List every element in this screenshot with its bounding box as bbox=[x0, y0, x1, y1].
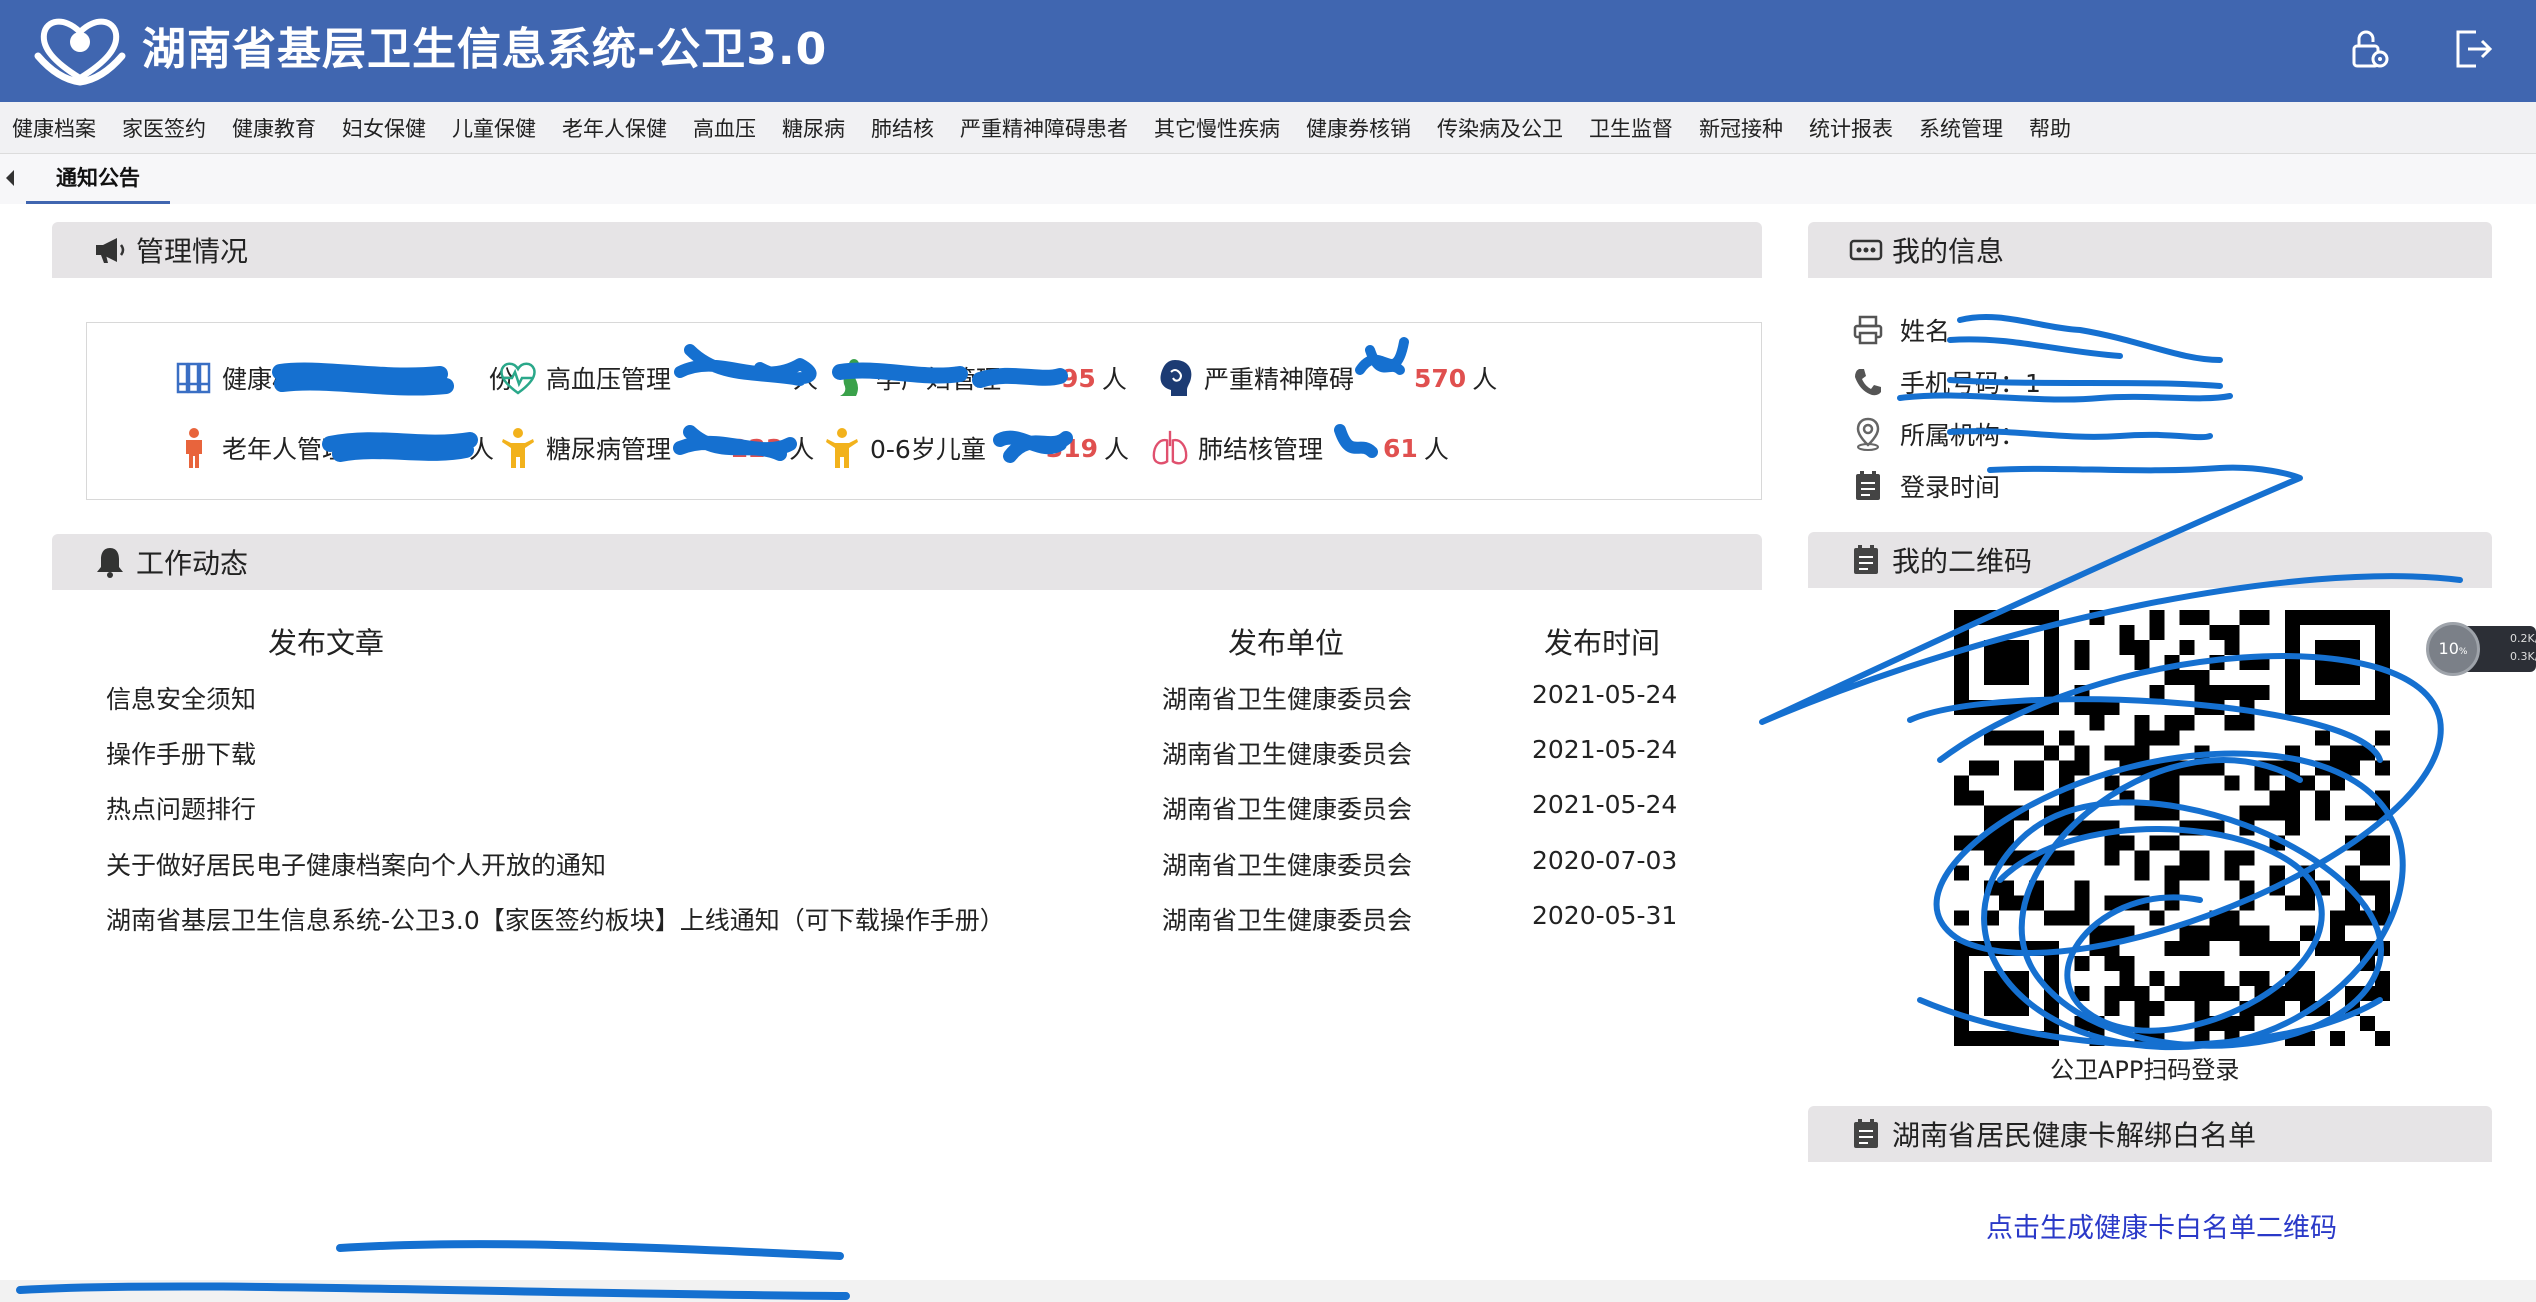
stat-health-records[interactable]: 健康档案 65 份 bbox=[174, 356, 514, 400]
menu-item-supervision[interactable]: 卫生监督 bbox=[1589, 113, 1673, 143]
logout-icon[interactable] bbox=[2450, 26, 2496, 72]
table-row[interactable]: 热点问题排行 湖南省卫生健康委员会 2021-05-24 bbox=[106, 790, 1726, 844]
menu-item-child-health[interactable]: 儿童保健 bbox=[452, 113, 536, 143]
my-info-header: 我的信息 bbox=[1808, 222, 2492, 278]
info-org: 所属机构： bbox=[1848, 414, 2025, 454]
menu-item-reports[interactable]: 统计报表 bbox=[1809, 113, 1893, 143]
menu-item-diabetes[interactable]: 糖尿病 bbox=[782, 113, 845, 143]
megaphone-icon bbox=[92, 232, 128, 268]
menu-item-health-records[interactable]: 健康档案 bbox=[12, 113, 96, 143]
col-date: 发布时间 bbox=[1544, 626, 1661, 660]
speed-percent-circle: 10% bbox=[2426, 622, 2480, 676]
location-icon bbox=[1848, 414, 1888, 454]
menu-item-family-doctor[interactable]: 家医签约 bbox=[122, 113, 206, 143]
info-login-time: 登录时间 bbox=[1848, 466, 2000, 506]
app-title: 湖南省基层卫生信息系统-公卫3.0 bbox=[142, 24, 828, 75]
article-link[interactable]: 关于做好居民电子健康档案向个人开放的通知 bbox=[106, 846, 606, 882]
stat-hypertension[interactable]: 高血压管理人 bbox=[498, 356, 818, 400]
stat-children[interactable]: 0-6岁儿童 319 人 bbox=[822, 426, 1129, 470]
tab-notice[interactable]: 通知公告 bbox=[26, 154, 170, 204]
stat-mental[interactable]: 严重精神障碍 570 人 bbox=[1156, 356, 1497, 400]
person-icon bbox=[498, 426, 538, 470]
col-article: 发布文章 bbox=[268, 626, 385, 660]
menu-item-tuberculosis[interactable]: 肺结核 bbox=[871, 113, 934, 143]
stats-box bbox=[86, 322, 1762, 500]
table-row[interactable]: 信息安全须知 湖南省卫生健康委员会 2021-05-24 bbox=[106, 680, 1726, 734]
lungs-icon bbox=[1150, 426, 1190, 470]
stat-elderly[interactable]: 老年人管理人 bbox=[174, 426, 494, 470]
download-speed: 0.3K/s bbox=[2510, 650, 2536, 663]
menu-item-other-chronic[interactable]: 其它慢性疾病 bbox=[1154, 113, 1280, 143]
col-unit: 发布单位 bbox=[1228, 626, 1345, 660]
qr-caption: 公卫APP扫码登录 bbox=[2050, 1056, 2240, 1084]
menu-item-infectious[interactable]: 传染病及公卫 bbox=[1437, 113, 1563, 143]
status-bar bbox=[0, 1280, 2536, 1302]
lock-settings-icon[interactable] bbox=[2348, 26, 2394, 72]
table-row[interactable]: 湖南省基层卫生信息系统-公卫3.0【家医签约板块】上线通知（可下载操作手册） 湖… bbox=[106, 901, 1726, 955]
menu-item-elderly-health[interactable]: 老年人保健 bbox=[562, 113, 667, 143]
dots-icon bbox=[1848, 232, 1884, 268]
info-name: 姓名 bbox=[1848, 310, 1950, 350]
work-title: 工作动态 bbox=[136, 547, 249, 580]
generate-whitelist-qr-link[interactable]: 点击生成健康卡白名单二维码 bbox=[1986, 1206, 2337, 1245]
management-panel-header: 管理情况 bbox=[52, 222, 1762, 278]
article-link[interactable]: 信息安全须知 bbox=[106, 680, 256, 716]
heart-hands-logo bbox=[34, 18, 126, 86]
qr-code bbox=[1954, 610, 2390, 1046]
whitelist-title: 湖南省居民健康卡解绑白名单 bbox=[1892, 1119, 2257, 1152]
network-speed-widget[interactable]: 0.2K/s 0.3K/s 10% bbox=[2426, 620, 2536, 678]
pregnant-icon bbox=[828, 356, 868, 400]
article-link[interactable]: 操作手册下载 bbox=[106, 735, 256, 771]
clock-doc-icon bbox=[1848, 466, 1888, 506]
document-icon bbox=[1848, 542, 1884, 578]
table-row[interactable]: 关于做好居民电子健康档案向个人开放的通知 湖南省卫生健康委员会 2020-07-… bbox=[106, 846, 1726, 900]
work-panel-header: 工作动态 bbox=[52, 534, 1762, 590]
upload-speed: 0.2K/s bbox=[2510, 632, 2536, 645]
tab-scroll-left-icon[interactable] bbox=[6, 170, 14, 186]
document-icon bbox=[1848, 1116, 1884, 1152]
printer-icon bbox=[1848, 310, 1888, 350]
phone-icon bbox=[1848, 362, 1888, 402]
menu-item-hypertension[interactable]: 高血压 bbox=[693, 113, 756, 143]
info-phone: 手机号码：1 bbox=[1848, 362, 2041, 402]
menu-item-help[interactable]: 帮助 bbox=[2029, 113, 2071, 143]
archive-icon bbox=[174, 356, 214, 400]
article-link[interactable]: 热点问题排行 bbox=[106, 790, 256, 826]
stat-maternal[interactable]: 孕产妇管理 95 人 bbox=[828, 356, 1127, 400]
menu-item-voucher[interactable]: 健康券核销 bbox=[1306, 113, 1411, 143]
menu-item-system[interactable]: 系统管理 bbox=[1919, 113, 2003, 143]
whitelist-header: 湖南省居民健康卡解绑白名单 bbox=[1808, 1106, 2492, 1162]
stat-tuberculosis[interactable]: 肺结核管理 61 人 bbox=[1150, 426, 1449, 470]
menu-item-health-education[interactable]: 健康教育 bbox=[232, 113, 316, 143]
elderly-icon bbox=[174, 426, 214, 470]
menu-item-covid-vaccine[interactable]: 新冠接种 bbox=[1699, 113, 1783, 143]
child-icon bbox=[822, 426, 862, 470]
menu-item-mental-disorder[interactable]: 严重精神障碍患者 bbox=[960, 113, 1128, 143]
brain-icon bbox=[1156, 356, 1196, 400]
my-info-title: 我的信息 bbox=[1892, 235, 2005, 268]
menu-item-women-health[interactable]: 妇女保健 bbox=[342, 113, 426, 143]
management-title: 管理情况 bbox=[136, 235, 249, 268]
bell-icon bbox=[92, 544, 128, 580]
main-menu: 健康档案 家医签约 健康教育 妇女保健 儿童保健 老年人保健 高血压 糖尿病 肺… bbox=[0, 102, 2536, 154]
heartbeat-icon bbox=[498, 356, 538, 400]
table-row[interactable]: 操作手册下载 湖南省卫生健康委员会 2021-05-24 bbox=[106, 735, 1726, 789]
qr-title: 我的二维码 bbox=[1892, 545, 2033, 578]
stat-diabetes[interactable]: 糖尿病管理 223 人 bbox=[498, 426, 814, 470]
article-link[interactable]: 湖南省基层卫生信息系统-公卫3.0【家医签约板块】上线通知（可下载操作手册） bbox=[106, 901, 1005, 937]
qr-header: 我的二维码 bbox=[1808, 532, 2492, 588]
tab-bar: 通知公告 bbox=[0, 154, 2536, 204]
app-header: 湖南省基层卫生信息系统-公卫3.0 bbox=[0, 0, 2536, 102]
